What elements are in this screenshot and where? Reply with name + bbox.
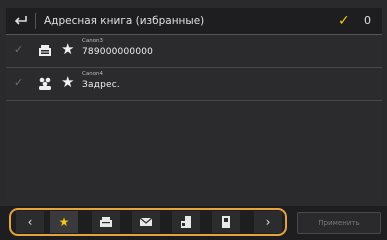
checkbox-icon[interactable]: ✓ — [14, 43, 23, 56]
page-title: Адресная книга (избранные) — [44, 15, 205, 27]
email-icon — [139, 217, 153, 226]
address-list: ✓ ★ Canon3 789000000000 ✓ ★ Canon4 Задре… — [6, 35, 382, 205]
fax-filter-button[interactable] — [92, 211, 120, 233]
entry-name: Canon3 — [82, 38, 104, 44]
favorite-star-icon: ★ — [61, 73, 75, 91]
apply-button[interactable]: Применить — [297, 212, 381, 234]
next-button[interactable]: › — [254, 211, 282, 233]
entry-name: Canon4 — [82, 71, 104, 77]
ifax-filter-button[interactable] — [212, 211, 240, 233]
prev-icon: ‹ — [27, 215, 33, 229]
ifax-icon — [222, 216, 230, 228]
selected-count: 0 — [364, 14, 371, 27]
entry-address: Задрес. — [82, 80, 120, 90]
fax-icon — [100, 217, 112, 227]
selected-check-icon: ✓ — [338, 13, 350, 29]
header-bar: Адресная книга (избранные) ✓ 0 — [6, 8, 382, 35]
list-item[interactable]: ✓ ★ Canon4 Задрес. — [6, 68, 382, 101]
email-filter-button[interactable] — [132, 211, 160, 233]
screen: Адресная книга (избранные) ✓ 0 ✓ ★ Canon… — [0, 0, 387, 240]
entry-address: 789000000000 — [82, 47, 154, 57]
favorites-tab-button[interactable]: ★ — [50, 211, 78, 233]
favorite-star-icon: ★ — [61, 40, 75, 58]
next-icon: › — [265, 215, 271, 229]
back-separator — [35, 13, 36, 29]
checkbox-icon[interactable]: ✓ — [14, 76, 23, 89]
prev-button[interactable]: ‹ — [16, 211, 44, 233]
group-icon — [39, 77, 51, 90]
list-item[interactable]: ✓ ★ Canon3 789000000000 — [6, 35, 382, 68]
file-icon — [181, 216, 191, 228]
back-arrow-icon — [14, 16, 27, 25]
back-button[interactable] — [6, 8, 36, 34]
file-filter-button[interactable] — [172, 211, 200, 233]
star-icon: ★ — [58, 215, 70, 229]
fax-icon — [39, 45, 51, 56]
